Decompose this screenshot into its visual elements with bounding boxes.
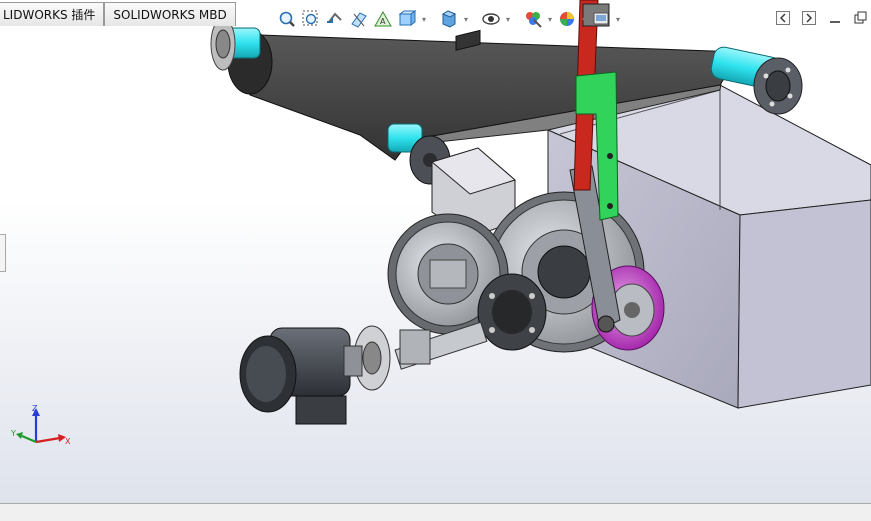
bearing-flange[interactable] — [477, 273, 547, 351]
command-manager-tabs: LIDWORKS 插件 SOLIDWORKS MBD — [0, 2, 236, 26]
cad-model-scene[interactable] — [0, 0, 871, 503]
display-style-icon[interactable] — [438, 8, 460, 30]
hide-show-items-icon[interactable] — [480, 8, 502, 30]
chevron-down-icon[interactable]: ▾ — [546, 8, 554, 30]
minimize-icon[interactable] — [827, 10, 843, 26]
triad-z-label: Z — [32, 404, 38, 413]
triad-y-label: Y — [10, 429, 16, 438]
tab-solidworks-addins[interactable]: LIDWORKS 插件 — [0, 2, 105, 26]
housing-front-face[interactable] — [737, 199, 871, 409]
triad-x-label: X — [65, 437, 71, 446]
svg-text:A: A — [380, 17, 386, 26]
status-bar — [0, 503, 871, 521]
graphics-viewport[interactable]: LIDWORKS 插件 SOLIDWORKS MBD A ▾ ▾ ▾ ▾ ▾ ▾… — [0, 0, 871, 503]
reference-triad: Z Y X — [10, 404, 71, 446]
tab-solidworks-mbd[interactable]: SOLIDWORKS MBD — [104, 2, 236, 26]
heads-up-view-toolbar: A ▾ ▾ ▾ ▾ ▾ ▾ — [276, 6, 622, 32]
chevron-down-icon[interactable]: ▾ — [420, 8, 428, 30]
apply-scene-icon[interactable] — [556, 8, 578, 30]
view-settings-icon[interactable] — [590, 8, 612, 30]
chevron-down-icon[interactable]: ▾ — [504, 8, 512, 30]
previous-view-icon[interactable] — [324, 8, 346, 30]
feature-manager-collapse-handle[interactable] — [0, 234, 6, 272]
view-orientation-icon[interactable] — [396, 8, 418, 30]
zoom-to-area-icon[interactable] — [300, 8, 322, 30]
edit-appearance-icon[interactable] — [522, 8, 544, 30]
restore-window-icon[interactable] — [853, 10, 869, 26]
chevron-down-icon[interactable]: ▾ — [580, 8, 588, 30]
zoom-to-fit-icon[interactable] — [276, 8, 298, 30]
dynamic-annotation-icon[interactable]: A — [372, 8, 394, 30]
document-window-controls — [775, 10, 869, 26]
scroll-right-icon[interactable] — [801, 10, 817, 26]
section-view-icon[interactable] — [348, 8, 370, 30]
chevron-down-icon[interactable]: ▾ — [462, 8, 470, 30]
scroll-left-icon[interactable] — [775, 10, 791, 26]
chevron-down-icon[interactable]: ▾ — [614, 8, 622, 30]
electric-motor[interactable] — [239, 327, 363, 425]
